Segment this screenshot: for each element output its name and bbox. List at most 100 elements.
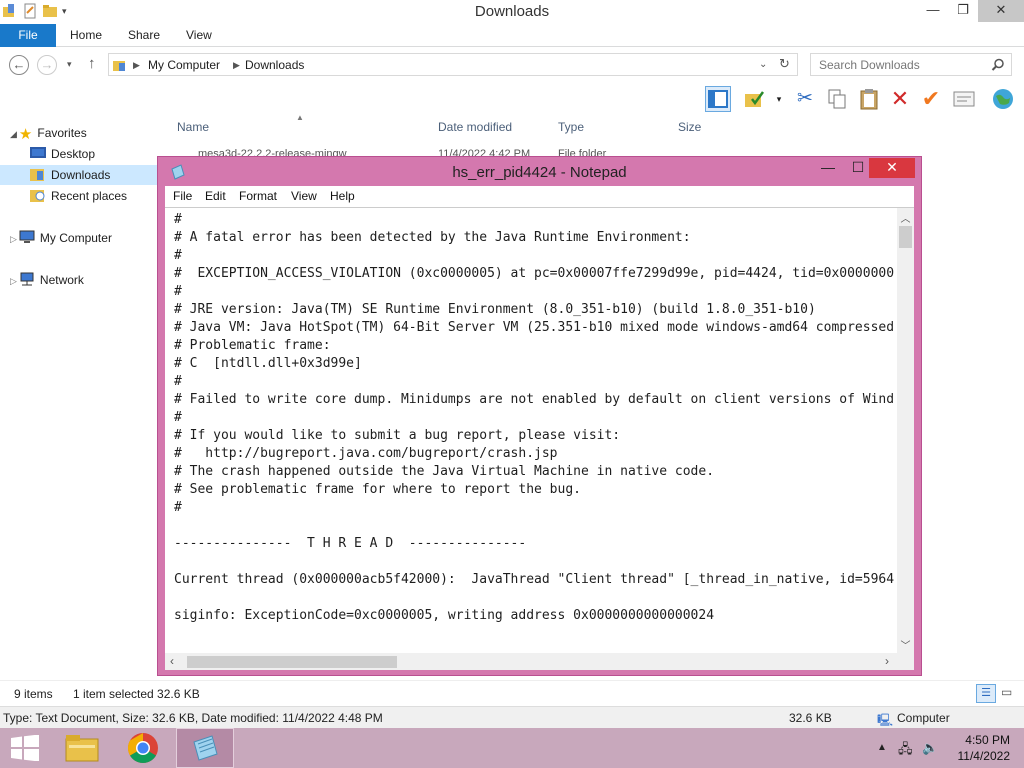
forward-button[interactable]: → (37, 55, 57, 75)
details-view-icon[interactable]: ☰ (976, 684, 996, 703)
notepad-minimize-button[interactable]: — (813, 158, 843, 178)
restore-button[interactable]: ❐ (948, 0, 978, 22)
up-arrow-icon[interactable]: ↑ (88, 55, 96, 72)
column-size[interactable]: Size (678, 120, 701, 134)
collapsed-chevron-icon[interactable]: ▷ (10, 276, 17, 286)
sort-ascending-icon: ▲ (296, 113, 304, 122)
minimize-button[interactable]: — (918, 0, 948, 22)
nav-desktop[interactable]: Desktop (30, 144, 95, 164)
notepad-close-button[interactable]: ✕ (869, 158, 915, 178)
collapsed-chevron-icon[interactable]: ▷ (10, 234, 17, 244)
notepad-content[interactable]: # # A fatal error has been detected by t… (174, 211, 894, 641)
network-icon (20, 272, 34, 286)
cut-icon[interactable]: ✂ (792, 86, 818, 112)
status-bar: 9 items 1 item selected 32.6 KB ☰ ▭ (0, 680, 1024, 706)
selection-info: 1 item selected 32.6 KB (73, 687, 200, 701)
breadcrumb-separator-icon: ▶ (133, 60, 140, 70)
horizontal-scroll-thumb[interactable] (187, 656, 397, 668)
vertical-scroll-thumb[interactable] (899, 226, 912, 248)
tab-share[interactable]: Share (128, 24, 160, 47)
notepad-titlebar: hs_err_pid4424 - Notepad — ☐ ✕ (158, 157, 921, 185)
notepad-window: hs_err_pid4424 - Notepad — ☐ ✕ File Edit… (157, 156, 922, 676)
nav-favorites[interactable]: ◢ ★ Favorites (10, 123, 87, 143)
nav-network-label: Network (39, 273, 84, 287)
desktop-icon (30, 147, 46, 158)
address-field[interactable]: ▶ My Computer ▶ Downloads ⌄ ↻ (108, 53, 798, 76)
back-button[interactable]: ← (9, 55, 29, 75)
network-tray-icon[interactable]: 🖧 (898, 740, 913, 762)
breadcrumb-separator-icon: ▶ (233, 60, 240, 70)
clock-time: 4:50 PM (965, 733, 1010, 747)
tab-view[interactable]: View (186, 24, 212, 47)
explorer-titlebar: ▾ Downloads — ❐ ✕ (0, 0, 1024, 24)
file-explorer-icon (65, 735, 99, 762)
details-info: Type: Text Document, Size: 32.6 KB, Date… (3, 711, 383, 725)
notepad-title: hs_err_pid4424 - Notepad (452, 164, 627, 181)
globe-icon[interactable] (990, 86, 1016, 112)
nav-my-computer[interactable]: ▷ My Computer (10, 228, 112, 248)
column-name[interactable]: Name (177, 120, 209, 134)
tab-home[interactable]: Home (70, 24, 102, 47)
downloads-folder-icon (30, 169, 44, 181)
folder-icon (113, 61, 125, 71)
tab-file[interactable]: File (0, 24, 56, 47)
taskbar-file-explorer[interactable] (56, 728, 108, 768)
nav-downloads[interactable]: Downloads (0, 165, 160, 185)
scroll-right-icon[interactable]: › (885, 654, 889, 668)
clock[interactable]: 4:50 PM 11/4/2022 (958, 732, 1011, 764)
window-title: Downloads (474, 3, 550, 20)
vertical-scrollbar[interactable]: ︿ ﹀ (897, 208, 914, 654)
nav-desktop-label: Desktop (51, 147, 96, 161)
horizontal-scrollbar[interactable]: ‹ › (165, 653, 897, 670)
folder-check-icon[interactable] (742, 86, 768, 112)
menu-help[interactable]: Help (330, 189, 355, 203)
close-button[interactable]: ✕ (978, 0, 1024, 22)
address-dropdown-icon[interactable]: ⌄ (759, 59, 767, 70)
column-date-modified[interactable]: Date modified (438, 120, 512, 134)
breadcrumb-my-computer[interactable]: My Computer (148, 58, 220, 72)
nav-computer-label: My Computer (39, 231, 112, 245)
menu-format[interactable]: Format (239, 189, 277, 203)
details-size: 32.6 KB (789, 711, 832, 725)
column-type[interactable]: Type (558, 120, 584, 134)
command-toolbar: ▾ ✂ ✕ ✔ (0, 83, 1024, 115)
large-icons-view-icon[interactable]: ▭ (1001, 685, 1012, 699)
delete-icon[interactable]: ✕ (887, 86, 913, 112)
recent-locations-icon[interactable]: ▾ (67, 59, 72, 70)
notepad-text-area[interactable]: # # A fatal error has been detected by t… (165, 207, 914, 670)
menu-file[interactable]: File (173, 189, 192, 203)
details-bar: Type: Text Document, Size: 32.6 KB, Date… (0, 706, 1024, 728)
taskbar-notepad[interactable] (176, 728, 234, 768)
preview-pane-icon[interactable] (705, 86, 731, 112)
breadcrumb-downloads[interactable]: Downloads (245, 58, 304, 72)
scroll-left-icon[interactable]: ‹ (170, 654, 174, 668)
volume-icon[interactable]: 🔈 (922, 740, 938, 756)
folder-options-dropdown-icon[interactable]: ▾ (766, 86, 792, 112)
scroll-down-icon[interactable]: ﹀ (897, 637, 914, 652)
item-count: 9 items (14, 687, 53, 701)
navigation-pane: ◢ ★ Favorites Desktop Downloads Recent pla… (0, 115, 160, 680)
nav-recent-places[interactable]: Recent places (30, 186, 127, 206)
search-input[interactable]: Search Downloads (810, 53, 1012, 76)
menu-view[interactable]: View (291, 189, 317, 203)
start-button[interactable] (0, 728, 50, 768)
notepad-icon (193, 735, 218, 761)
menu-edit[interactable]: Edit (205, 189, 226, 203)
rename-check-icon[interactable]: ✔ (918, 86, 944, 112)
scroll-up-icon[interactable]: ︿ (897, 210, 914, 225)
nav-network[interactable]: ▷ Network (10, 270, 84, 290)
expanded-chevron-icon[interactable]: ◢ (10, 129, 17, 139)
copy-icon[interactable] (824, 86, 850, 112)
paste-icon[interactable] (856, 86, 882, 112)
show-hidden-icons-icon[interactable]: ▲ (877, 742, 887, 753)
windows-logo-icon (11, 734, 39, 762)
taskbar-chrome[interactable] (116, 728, 170, 768)
address-bar-row: ← → ▾ ↑ ▶ My Computer ▶ Downloads ⌄ ↻ Se… (0, 47, 1024, 83)
nav-favorites-label: Favorites (37, 126, 87, 140)
search-icon[interactable] (991, 58, 1005, 72)
clock-date: 11/4/2022 (957, 749, 1011, 763)
properties-icon[interactable] (951, 86, 977, 112)
refresh-icon[interactable]: ↻ (779, 56, 790, 72)
nav-downloads-label: Downloads (51, 168, 111, 182)
star-icon: ★ (18, 126, 33, 143)
